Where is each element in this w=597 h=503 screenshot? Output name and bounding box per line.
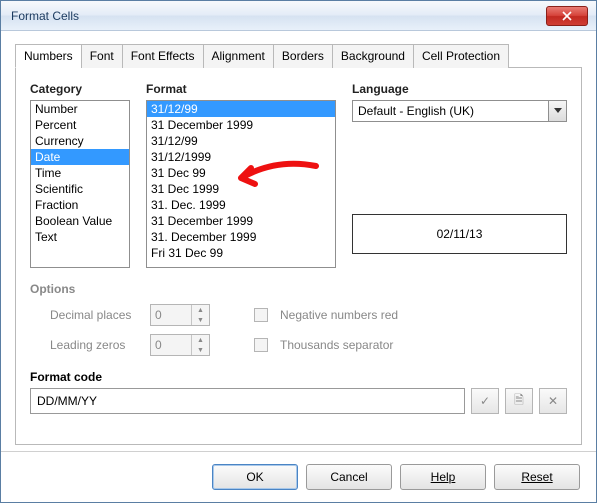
tab-font[interactable]: Font xyxy=(81,44,123,68)
language-value: Default - English (UK) xyxy=(353,104,548,118)
category-label: Category xyxy=(30,82,130,96)
apply-format-button[interactable]: ✓ xyxy=(471,388,499,414)
chevron-up-icon: ▲ xyxy=(192,305,209,315)
chevron-down-icon: ▼ xyxy=(192,345,209,355)
check-icon: ✓ xyxy=(480,394,490,408)
language-label: Language xyxy=(352,82,567,96)
list-item[interactable]: Fri 31 Dec 99 xyxy=(147,245,335,261)
list-item[interactable]: 31 Dec 99 xyxy=(147,165,335,181)
list-item[interactable]: Text xyxy=(31,229,129,245)
list-item[interactable]: 31/12/1999 xyxy=(147,149,335,165)
tab-background[interactable]: Background xyxy=(332,44,414,68)
tab-panel-numbers: Category Number Percent Currency Date Ti… xyxy=(15,68,582,445)
thousands-sep-checkbox[interactable] xyxy=(254,338,268,352)
tab-borders[interactable]: Borders xyxy=(273,44,333,68)
tab-numbers[interactable]: Numbers xyxy=(15,44,82,68)
chevron-down-icon: ▼ xyxy=(192,315,209,325)
list-item[interactable]: Scientific xyxy=(31,181,129,197)
format-cells-dialog: Format Cells Numbers Font Font Effects A… xyxy=(0,0,597,503)
list-item[interactable]: Fraction xyxy=(31,197,129,213)
options-label: Options xyxy=(30,282,567,296)
category-listbox[interactable]: Number Percent Currency Date Time Scient… xyxy=(30,100,130,268)
list-item[interactable]: 31 Dec 1999 xyxy=(147,181,335,197)
leading-zeros-spinner[interactable]: ▲▼ xyxy=(150,334,210,356)
help-button[interactable]: Help xyxy=(400,464,486,490)
thousands-sep-label: Thousands separator xyxy=(280,338,393,352)
note-icon: 🗎 xyxy=(514,391,524,412)
decimal-places-input[interactable] xyxy=(151,305,191,325)
tab-cell-protection[interactable]: Cell Protection xyxy=(413,44,509,68)
format-preview: 02/11/13 xyxy=(352,214,567,254)
list-item[interactable]: 31/12/99 xyxy=(147,101,335,117)
format-code-label: Format code xyxy=(30,370,567,384)
button-bar: OK Cancel Help Reset xyxy=(1,451,596,490)
edit-comment-button[interactable]: 🗎 xyxy=(505,388,533,414)
chevron-up-icon: ▲ xyxy=(192,335,209,345)
format-listbox[interactable]: 31/12/99 31 December 1999 31/12/99 31/12… xyxy=(146,100,336,268)
chevron-down-icon xyxy=(548,101,566,121)
negative-red-label: Negative numbers red xyxy=(280,308,398,322)
title-bar: Format Cells xyxy=(1,1,596,31)
cancel-button[interactable]: Cancel xyxy=(306,464,392,490)
list-item[interactable]: Currency xyxy=(31,133,129,149)
leading-zeros-input[interactable] xyxy=(151,335,191,355)
format-code-input[interactable] xyxy=(30,388,465,414)
window-title: Format Cells xyxy=(11,9,546,23)
list-item[interactable]: Boolean Value xyxy=(31,213,129,229)
negative-red-checkbox[interactable] xyxy=(254,308,268,322)
remove-format-button[interactable]: ✕ xyxy=(539,388,567,414)
list-item[interactable]: 31. December 1999 xyxy=(147,229,335,245)
tab-strip: Numbers Font Font Effects Alignment Bord… xyxy=(15,43,582,68)
leading-zeros-label: Leading zeros xyxy=(30,338,138,352)
close-icon xyxy=(562,11,572,21)
tab-alignment[interactable]: Alignment xyxy=(203,44,274,68)
client-area: Numbers Font Font Effects Alignment Bord… xyxy=(1,31,596,502)
list-item[interactable]: 31 December 1999 xyxy=(147,117,335,133)
x-icon: ✕ xyxy=(548,394,558,408)
list-item[interactable]: Date xyxy=(31,149,129,165)
list-item[interactable]: 31. Dec. 1999 xyxy=(147,197,335,213)
tab-font-effects[interactable]: Font Effects xyxy=(122,44,204,68)
decimal-places-label: Decimal places xyxy=(30,308,138,322)
list-item[interactable]: 31 December 1999 xyxy=(147,213,335,229)
close-button[interactable] xyxy=(546,6,588,26)
ok-button[interactable]: OK xyxy=(212,464,298,490)
reset-button[interactable]: Reset xyxy=(494,464,580,490)
format-label: Format xyxy=(146,82,336,96)
list-item[interactable]: Percent xyxy=(31,117,129,133)
decimal-places-spinner[interactable]: ▲▼ xyxy=(150,304,210,326)
list-item[interactable]: Time xyxy=(31,165,129,181)
list-item[interactable]: 31/12/99 xyxy=(147,133,335,149)
list-item[interactable]: Number xyxy=(31,101,129,117)
language-select[interactable]: Default - English (UK) xyxy=(352,100,567,122)
